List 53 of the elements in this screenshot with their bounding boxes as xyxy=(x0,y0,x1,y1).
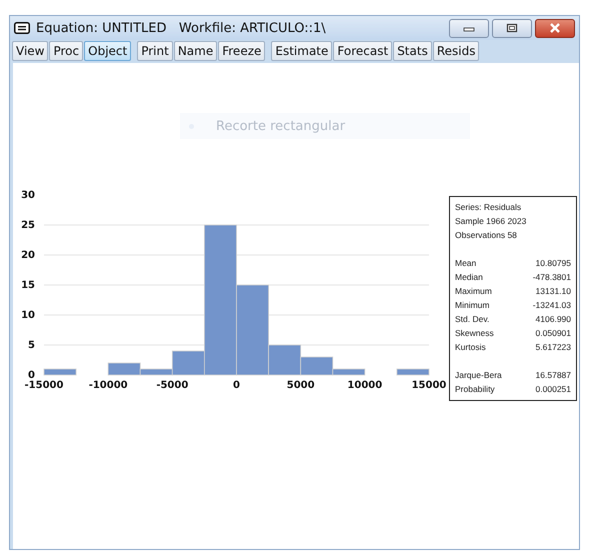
toolbar-button[interactable]: Print xyxy=(137,41,173,61)
series-info: Series: Residuals xyxy=(455,201,522,214)
stat-value: -13241.03 xyxy=(532,299,571,312)
x-tick-label: -10000 xyxy=(88,380,128,391)
x-tick-label: 5000 xyxy=(286,380,315,391)
toolbar-button[interactable]: View xyxy=(12,41,48,61)
toolbar-button[interactable]: Stats xyxy=(393,41,432,61)
maximize-button[interactable] xyxy=(492,18,532,38)
y-tick-label: 10 xyxy=(21,310,35,321)
notification-text: Recorte rectangular xyxy=(216,118,346,134)
toolbar-button[interactable]: Proc xyxy=(49,41,84,61)
stat-label: Jarque-Bera xyxy=(455,369,502,382)
toolbar-button[interactable]: Name xyxy=(174,41,218,61)
toolbar-button[interactable]: Resids xyxy=(432,41,480,61)
y-tick-label: 15 xyxy=(21,280,35,291)
maximize-icon xyxy=(506,23,518,33)
x-tick-label: -15000 xyxy=(24,380,64,391)
x-tick-label: 0 xyxy=(233,380,240,391)
y-tick-label: 0 xyxy=(28,370,35,381)
stat-value: 5.617223 xyxy=(536,341,571,354)
series-info: Sample 1966 2023 xyxy=(455,215,528,228)
toolbar-button[interactable]: Estimate xyxy=(271,41,332,61)
stat-label: Kurtosis xyxy=(455,341,486,354)
stat-label: Skewness xyxy=(455,327,494,340)
stat-label: Mean xyxy=(455,257,476,270)
minimize-button[interactable] xyxy=(449,18,489,38)
stat-label: Probability xyxy=(455,383,495,396)
close-button[interactable] xyxy=(535,18,575,38)
stat-label: Median xyxy=(455,271,483,284)
stat-label: Minimum xyxy=(455,299,490,312)
stat-label: Maximum xyxy=(455,285,492,298)
window-title: Equation: UNTITLED Workfile: ARTICULO::1\ xyxy=(36,20,327,36)
y-tick-label: 5 xyxy=(28,340,35,351)
toolbar-button[interactable]: Forecast xyxy=(333,41,392,61)
y-tick-label: 25 xyxy=(21,220,35,231)
stat-value: -478.3801 xyxy=(532,271,571,284)
x-tick-label: 15000 xyxy=(412,380,446,391)
y-tick-label: 30 xyxy=(21,190,35,201)
series-info: Observations 58 xyxy=(455,229,518,242)
stat-value: 13131.10 xyxy=(536,285,571,298)
stat-value: 0.000251 xyxy=(536,383,571,396)
close-icon xyxy=(548,23,562,33)
x-tick-label: -5000 xyxy=(156,380,188,391)
stat-value: 10.80795 xyxy=(536,257,571,270)
toolbar-button[interactable]: Freeze xyxy=(218,41,266,61)
stat-value: 4106.990 xyxy=(536,313,571,326)
window-menu-icon[interactable] xyxy=(14,22,30,34)
stat-value: 0.050901 xyxy=(536,327,571,340)
x-tick-label: 10000 xyxy=(347,380,382,391)
toolbar-button[interactable]: Object xyxy=(84,41,132,61)
stat-value: 16.57887 xyxy=(536,369,571,382)
y-tick-label: 20 xyxy=(21,250,35,261)
stat-label: Std. Dev. xyxy=(455,313,490,326)
